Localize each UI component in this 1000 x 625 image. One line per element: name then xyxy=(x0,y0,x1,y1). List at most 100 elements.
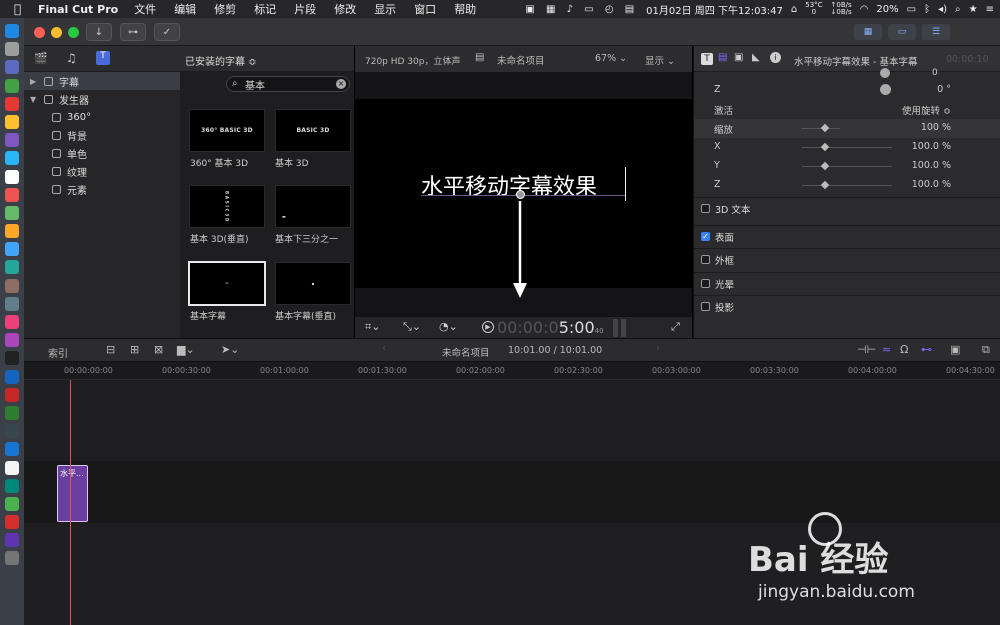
index-button[interactable]: 索引 xyxy=(48,345,68,360)
dock-app-icon[interactable] xyxy=(5,114,19,129)
dock-app-icon[interactable] xyxy=(5,42,19,57)
background-tasks-button[interactable]: ✓ xyxy=(154,23,180,41)
title-thumbnail[interactable]: ▬ xyxy=(275,185,351,228)
battery-icon[interactable]: ▭ xyxy=(907,4,916,15)
zoom-window-button[interactable] xyxy=(68,27,79,38)
dock-app-icon[interactable] xyxy=(5,205,19,220)
apple-icon[interactable]:  xyxy=(14,2,26,16)
dock-app-icon[interactable] xyxy=(5,442,19,457)
section-checkbox-checked[interactable]: ✓ xyxy=(701,232,710,241)
viewer-title-text[interactable]: 水平移动字幕效果 xyxy=(421,169,597,201)
param-value[interactable]: 100.0 % xyxy=(912,179,951,190)
speed-tool-icon[interactable]: ◔⌄ xyxy=(439,320,458,333)
section-checkbox[interactable] xyxy=(701,204,710,213)
section-glow[interactable]: 光晕 xyxy=(694,272,1000,294)
dock-app-icon[interactable] xyxy=(5,551,19,566)
title-thumbnail[interactable]: BASIC 3D xyxy=(275,109,351,152)
transform-tool-icon[interactable]: ⤡⌄ xyxy=(403,320,421,334)
param-value[interactable]: 0 ° xyxy=(937,84,951,95)
section-3d-text[interactable]: 3D 文本 xyxy=(694,197,1000,219)
title-thumbnail[interactable]: B A S I C 3 D xyxy=(189,185,265,228)
section-drop-shadow[interactable]: 投影 xyxy=(694,295,1000,317)
dock-app-icon[interactable] xyxy=(5,405,19,420)
sidebar-item-360[interactable]: 360° xyxy=(24,108,180,126)
menu-mark[interactable]: 标记 xyxy=(254,1,276,17)
effects-browser-icon[interactable]: ⧉ xyxy=(982,343,990,357)
sidebar-item-textures[interactable]: 纹理 xyxy=(24,162,180,180)
dock-app-icon[interactable] xyxy=(5,169,19,184)
dock-app-icon[interactable] xyxy=(5,369,19,384)
wifi-icon[interactable]: ◠ xyxy=(860,4,869,15)
fullscreen-icon[interactable]: ⤢ xyxy=(671,320,680,334)
show-browser-button[interactable]: ▦ xyxy=(854,24,882,40)
menu-clip[interactable]: 片段 xyxy=(294,1,316,17)
dock-app-icon[interactable] xyxy=(5,333,19,348)
dock-app-icon[interactable] xyxy=(5,478,19,493)
section-checkbox[interactable] xyxy=(701,255,710,264)
search-input[interactable]: ⌕ 基本 × xyxy=(226,76,350,92)
battery-percent[interactable]: 20% xyxy=(876,4,898,15)
section-checkbox[interactable] xyxy=(701,302,710,311)
dock-app-icon[interactable] xyxy=(5,60,19,75)
dock-app-icon[interactable] xyxy=(5,296,19,311)
close-window-button[interactable] xyxy=(34,27,45,38)
param-value[interactable]: 100 % xyxy=(921,122,951,133)
video-inspector-tab[interactable]: ▣ xyxy=(734,52,743,63)
audio-skim-icon[interactable]: ≈ xyxy=(882,343,891,356)
import-button[interactable]: ↓ xyxy=(86,23,112,41)
section-outline[interactable]: 外框 xyxy=(694,248,1000,270)
clip-appearance-icon[interactable]: ▣ xyxy=(950,343,960,356)
append-clip-icon[interactable]: ⊟ xyxy=(106,343,115,356)
dock-app-icon[interactable] xyxy=(5,315,19,329)
dock-app-icon[interactable] xyxy=(5,242,19,257)
menu-modify[interactable]: 修改 xyxy=(334,1,356,17)
spotlight-icon[interactable]: ⌕ xyxy=(955,4,961,15)
dock-app-icon[interactable] xyxy=(5,151,19,166)
menu-app-name[interactable]: Final Cut Pro xyxy=(38,3,118,16)
sidebar-item-solids[interactable]: 单色 xyxy=(24,144,180,162)
dock-app-icon[interactable] xyxy=(5,424,19,439)
dock-app-icon[interactable] xyxy=(5,133,19,148)
text-inspector-tab[interactable]: T xyxy=(701,53,713,65)
clapper-icon[interactable]: 🎬 xyxy=(34,52,48,65)
control-center-icon[interactable]: ★ xyxy=(969,4,978,15)
dock-app-icon[interactable] xyxy=(5,24,19,38)
section-face[interactable]: ✓ 表面 xyxy=(694,225,1000,247)
dock-app-icon[interactable] xyxy=(5,96,19,111)
disclosure-triangle-icon[interactable]: ▶ xyxy=(30,77,36,86)
insert-clip-icon[interactable]: ⊞ xyxy=(130,343,139,356)
param-value[interactable]: 100.0 % xyxy=(912,160,951,171)
snapping-icon[interactable]: ⊷ xyxy=(921,343,932,356)
back-icon[interactable]: ‹ xyxy=(382,343,386,354)
timeline-ruler[interactable]: 00:00:00:00 00:00:30:00 00:01:00:00 00:0… xyxy=(24,362,1000,380)
sidebar-item-titles[interactable]: ▶ 字幕 xyxy=(24,72,180,90)
viewer-canvas[interactable]: 水平移动字幕效果 xyxy=(355,99,692,298)
menu-list-icon[interactable]: ≡ xyxy=(986,4,994,15)
slider-knob[interactable] xyxy=(820,123,830,133)
bell-icon[interactable]: ⌂ xyxy=(791,4,797,15)
slider-knob[interactable] xyxy=(820,142,830,152)
zoom-dropdown[interactable]: 67% ⌄ xyxy=(595,53,627,64)
display-dropdown[interactable]: 显示 ⌄ xyxy=(645,53,675,67)
sidebar-item-generators[interactable]: ▼ 发生器 xyxy=(24,90,180,108)
title-thumbnail[interactable]: 360° BASIC 3D xyxy=(189,109,265,152)
dock-app-icon[interactable] xyxy=(5,387,19,402)
dock-app-icon[interactable] xyxy=(5,351,19,366)
dock-app-icon[interactable] xyxy=(5,224,19,239)
status-icons[interactable]: ▣ ▦ ♪ ▭ ◴ ▤ xyxy=(525,4,638,15)
rotation-mode-dropdown[interactable]: 使用旋转 ≎ xyxy=(902,103,951,117)
titles-dropdown[interactable]: 已安装的字幕 ≎ xyxy=(185,53,257,68)
param-value[interactable]: 100.0 % xyxy=(912,141,951,152)
rotation-dial[interactable] xyxy=(880,84,891,95)
menu-edit[interactable]: 编辑 xyxy=(174,1,196,17)
scale-y-slider[interactable] xyxy=(802,161,892,171)
section-checkbox[interactable] xyxy=(701,279,710,288)
scale-z-slider[interactable] xyxy=(802,180,892,190)
color-inspector-tab[interactable]: ◣ xyxy=(752,52,760,63)
scale-x-slider[interactable] xyxy=(802,142,892,152)
playhead[interactable] xyxy=(70,380,71,625)
scale-slider[interactable] xyxy=(802,123,840,133)
show-timeline-button[interactable]: ▭ xyxy=(888,24,916,40)
menu-help[interactable]: 帮助 xyxy=(454,1,476,17)
dock-app-icon[interactable] xyxy=(5,496,19,511)
